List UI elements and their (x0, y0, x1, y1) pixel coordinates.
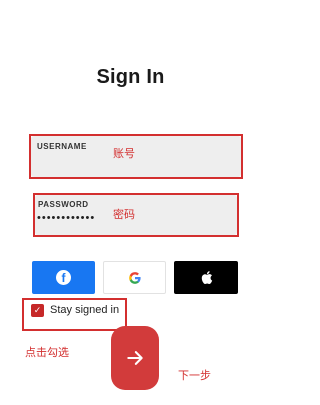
google-icon (128, 271, 141, 284)
password-annotation: 密码 (113, 209, 135, 221)
next-button[interactable] (111, 326, 159, 390)
apple-login-button[interactable] (174, 261, 238, 294)
google-login-button[interactable] (103, 261, 166, 294)
username-annotation: 账号 (113, 148, 135, 160)
password-annotation-box (33, 193, 239, 237)
facebook-icon: f (56, 270, 71, 285)
stay-signed-in-annotation: 点击勾选 (25, 347, 69, 359)
next-annotation: 下一步 (178, 370, 211, 382)
page-title: Sign In (96, 66, 165, 88)
stay-signed-in-annotation-box (22, 298, 127, 331)
arrow-right-icon (127, 351, 143, 365)
facebook-login-button[interactable]: f (32, 261, 95, 294)
apple-icon (201, 271, 212, 284)
username-annotation-box (29, 134, 243, 179)
